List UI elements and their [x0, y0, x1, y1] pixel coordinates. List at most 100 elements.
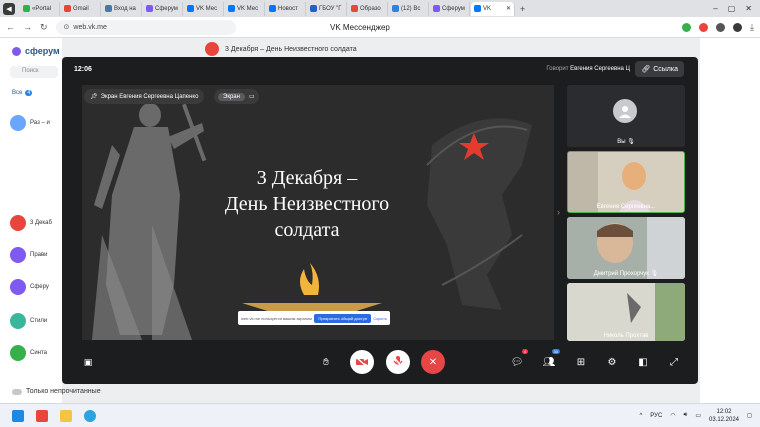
url-field[interactable]: ⊙ web.vk.me	[55, 19, 236, 35]
new-tab-icon[interactable]: +	[516, 4, 529, 14]
close-tab-icon[interactable]: ✕	[506, 5, 511, 12]
chat-list-item[interactable]: Стили	[10, 308, 62, 334]
end-call-button[interactable]: ✕	[421, 350, 445, 374]
avatar	[613, 99, 637, 123]
participant-tile[interactable]: Николь Прохтав	[567, 283, 685, 341]
tab-favicon-icon	[105, 5, 112, 12]
chat-header-title: 3 Декабря – День Неизвестного солдата	[225, 45, 357, 53]
filter-tab-all[interactable]: Все 4	[12, 90, 33, 96]
tab-label: Сферум	[442, 5, 465, 12]
grid-view-icon[interactable]: ⊞	[569, 350, 593, 374]
tab-label: Сферум	[155, 5, 178, 12]
chat-header: 3 Декабря – День Неизвестного солдата	[205, 42, 357, 56]
tab-actions-icon[interactable]: ◀	[3, 2, 15, 15]
browser-tab[interactable]: Образо	[348, 1, 388, 16]
extension-icon[interactable]	[682, 22, 692, 32]
browser-tab[interactable]: Вход на	[102, 1, 142, 16]
chevron-right-icon[interactable]: ›	[557, 207, 560, 217]
browser-tab[interactable]: Сферум	[143, 1, 183, 16]
tab-label: (12) Вс	[401, 5, 421, 12]
download-icon[interactable]: ⤓	[750, 22, 754, 33]
browser-tab[interactable]: VK Мес	[225, 1, 265, 16]
minimize-icon[interactable]: –	[713, 4, 717, 13]
browser-tab[interactable]: ГБОУ "Г	[307, 1, 347, 16]
app-logo: сферум	[12, 46, 60, 56]
tab-favicon-icon	[23, 5, 30, 12]
speaker-prefix: Говорит	[546, 66, 569, 72]
tab-label: Gmail	[73, 5, 89, 12]
raise-hand-icon[interactable]: ✋︎	[314, 350, 338, 374]
camera-off-button[interactable]	[350, 350, 374, 374]
tab-screen[interactable]: Экран	[218, 92, 245, 101]
extension-icon[interactable]	[699, 22, 709, 32]
extension-icon[interactable]	[733, 22, 743, 32]
pin-icon[interactable]: 📌︎	[90, 93, 98, 100]
screen-share-view: 📌︎ Экран Евгения Сергеевна Цапенко Экран…	[82, 85, 554, 340]
chat-name: Синта	[30, 350, 48, 356]
mic-off-button[interactable]	[386, 350, 410, 374]
speaker-indicator: Говорит Евгения Сергеевна Ц	[546, 66, 630, 72]
chat-name: 3 Декаб	[30, 220, 52, 226]
gear-icon[interactable]: ⚙︎	[600, 350, 624, 374]
lock-icon: ⊙	[63, 24, 70, 31]
chat-list-item[interactable]: Синта	[10, 340, 62, 366]
avatar	[10, 313, 26, 329]
reload-icon[interactable]: ↻	[40, 22, 48, 33]
filter-tab-label: Все	[12, 90, 23, 96]
mic-off-icon: 🎙︎	[627, 139, 635, 145]
browser-tab[interactable]: Сферум	[430, 1, 470, 16]
browser-tab[interactable]: VK Мес	[184, 1, 224, 16]
chat-list-item[interactable]: 3 Декаб	[10, 210, 62, 236]
close-window-icon[interactable]: ✕	[745, 4, 752, 13]
tab-favicon-icon	[433, 5, 440, 12]
language-indicator[interactable]: РУС	[650, 413, 662, 419]
hide-notice-button[interactable]: Скрыть	[373, 316, 387, 321]
screen-owner-label: Экран Евгения Сергеевна Цапенко	[100, 93, 199, 100]
chat-list-item[interactable]: Раз – и	[10, 110, 62, 136]
battery-icon[interactable]: ▭	[695, 412, 701, 419]
yandex-browser-icon[interactable]	[36, 409, 48, 422]
stop-sharing-button[interactable]: Прекратить общий доступ	[314, 313, 371, 323]
tab-favicon-icon	[187, 5, 194, 12]
browser-tab[interactable]: «Portal	[20, 1, 60, 16]
mic-off-icon: 🎙︎	[650, 271, 659, 277]
taskbar: ^ РУС ◠ 🔊︎ ▭ 12:02 03.12.2024 ◻	[0, 403, 760, 427]
tab-label: «Portal	[32, 5, 52, 12]
chevron-up-icon[interactable]: ^	[639, 413, 642, 419]
copy-link-button[interactable]: 🔗︎ Ссылка	[635, 61, 684, 77]
link-label: Ссылка	[653, 65, 678, 73]
browser-tab[interactable]: Новост	[266, 1, 306, 16]
browser-tab-active[interactable]: VK ✕	[471, 1, 515, 16]
participant-tile[interactable]: Дмитрий Прохорчук 🎙︎	[567, 217, 685, 279]
chat-list-item[interactable]: Сферу	[10, 274, 62, 300]
logo-icon	[12, 46, 21, 56]
clock[interactable]: 12:02 03.12.2024	[709, 408, 739, 424]
browser-tab[interactable]: (12) Вс	[389, 1, 429, 16]
start-icon[interactable]	[12, 409, 24, 422]
participant-tile-active[interactable]: Евгения Сергеевна...	[567, 151, 685, 213]
extension-icon[interactable]	[716, 22, 726, 32]
chat-button[interactable]: 💬︎ 4	[505, 349, 529, 374]
telegram-icon[interactable]	[84, 409, 96, 422]
file-explorer-icon[interactable]	[60, 409, 72, 422]
screen-share-toggle-icon[interactable]: ▣	[76, 350, 100, 374]
participants-button[interactable]: 👥︎ 30	[537, 349, 561, 374]
screen-share-notice: web.vk.me пользуется вашим экраном Прекр…	[238, 311, 390, 325]
wifi-icon[interactable]: ◠	[670, 412, 675, 419]
tab-favicon-icon	[64, 5, 71, 12]
only-unread-toggle[interactable]: Только непрочитанные	[12, 388, 101, 395]
chat-list-item[interactable]: Прави	[10, 242, 62, 268]
maximize-icon[interactable]: ▢	[728, 4, 736, 13]
fullscreen-icon[interactable]: ⤢	[662, 350, 686, 374]
participant-tile[interactable]: Вы 🎙︎	[567, 85, 685, 147]
back-icon[interactable]: ←	[6, 22, 15, 32]
url-text: web.vk.me	[73, 23, 107, 31]
camera-view-icon[interactable]: ▭	[249, 93, 255, 100]
notifications-icon[interactable]: ◻	[747, 412, 752, 419]
search-input[interactable]: Поиск	[10, 66, 58, 78]
picture-in-picture-icon[interactable]: ◧	[631, 350, 655, 374]
tab-favicon-icon	[269, 5, 276, 12]
browser-tab[interactable]: Gmail	[61, 1, 101, 16]
forward-icon[interactable]: →	[23, 22, 32, 32]
volume-icon[interactable]: 🔊︎	[684, 412, 688, 419]
